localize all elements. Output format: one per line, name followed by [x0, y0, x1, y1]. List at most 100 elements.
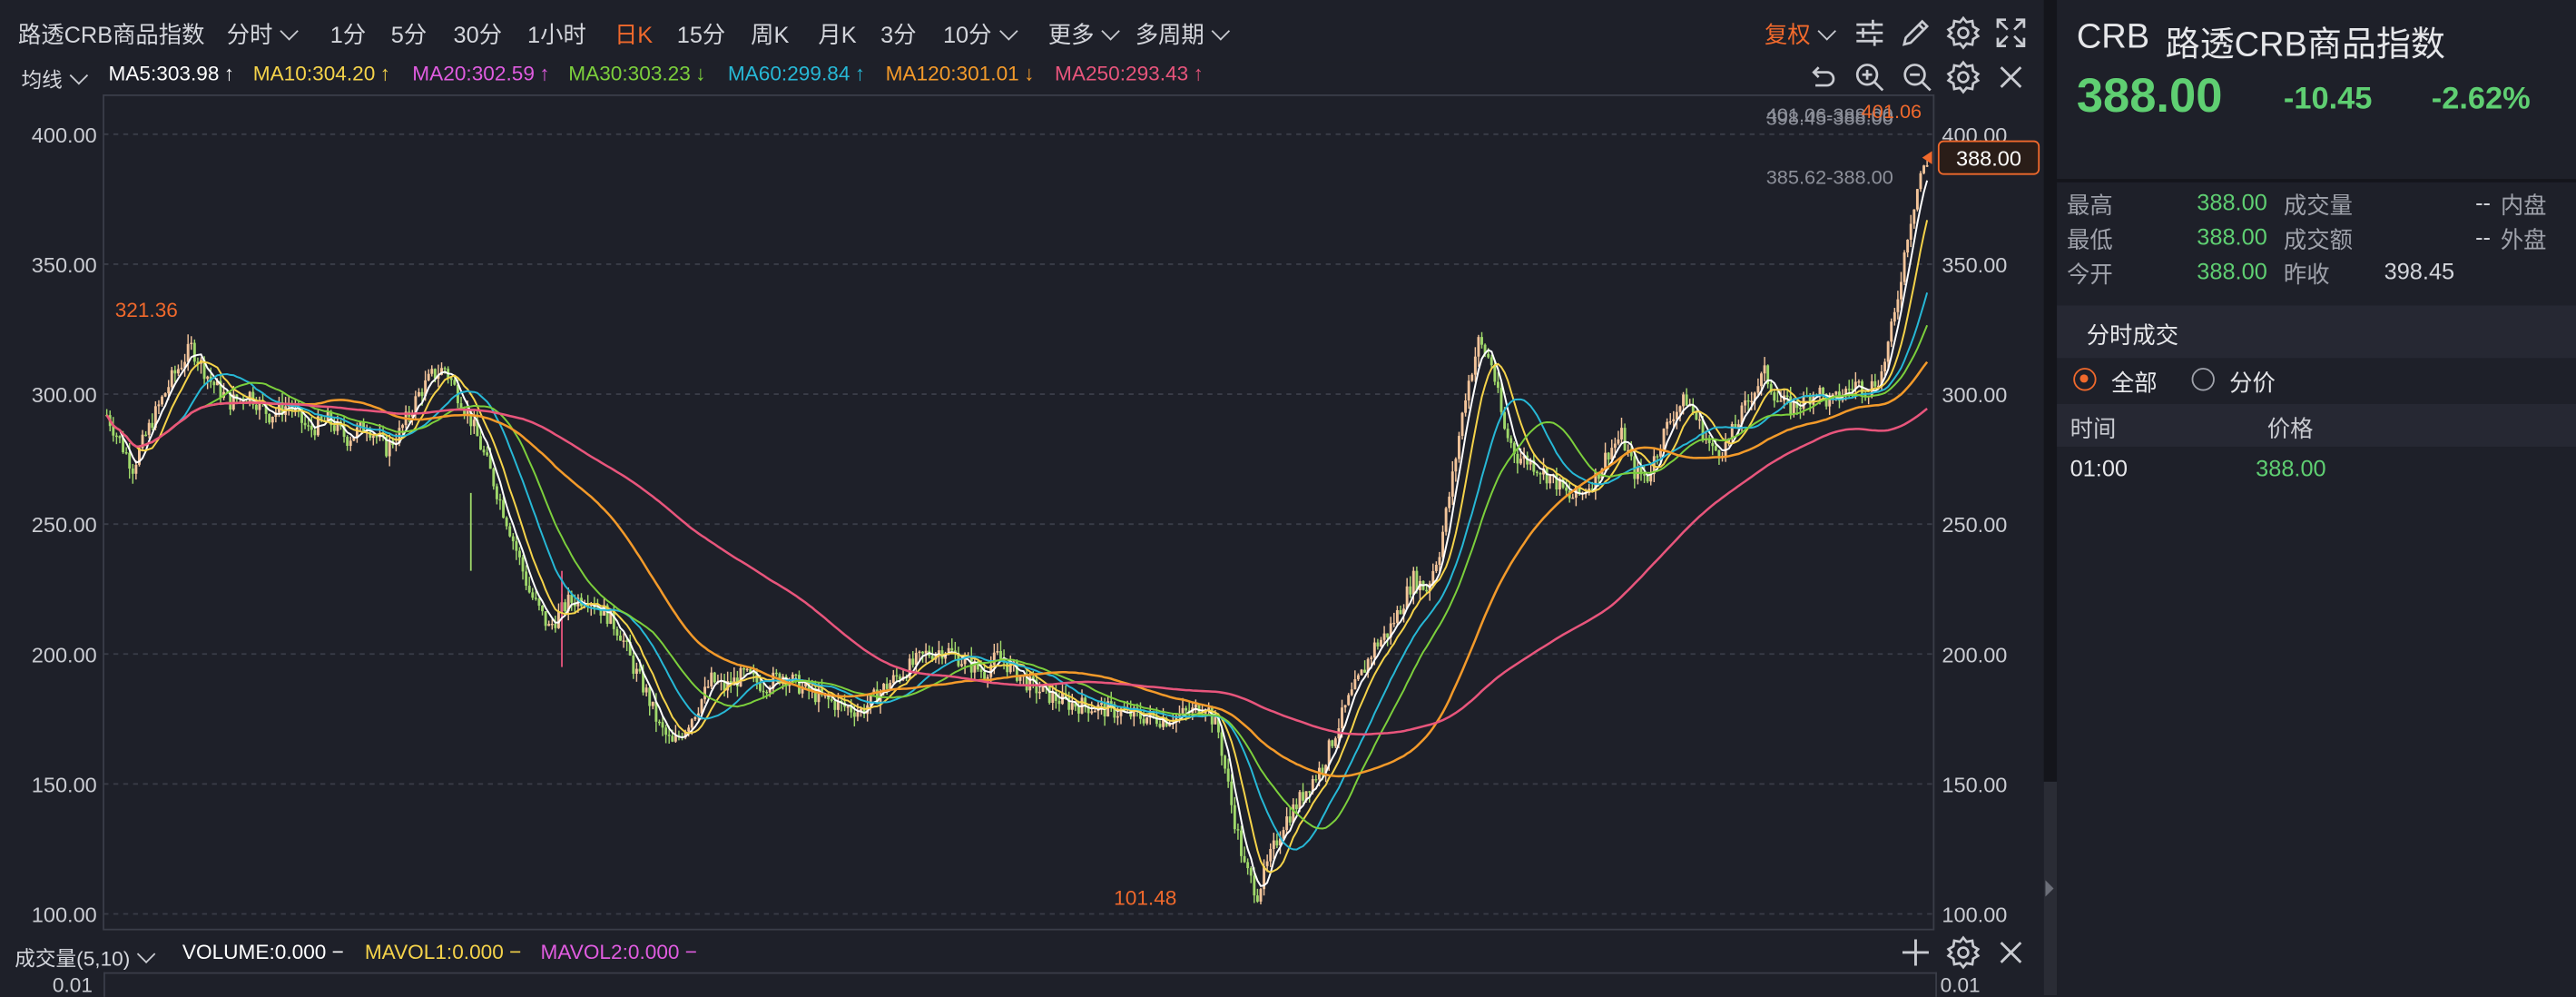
- candle-body: [147, 422, 151, 435]
- candle-body: [742, 667, 746, 670]
- current-price-tag: 388.00: [1922, 140, 2040, 175]
- candle-body: [521, 557, 525, 572]
- candle-body: [706, 686, 710, 688]
- candle-body: [1353, 679, 1357, 690]
- mavol2-value: MAVOL2:0.000 −: [540, 941, 698, 964]
- candle-body: [1470, 374, 1474, 381]
- candle-body: [534, 597, 537, 599]
- candle-body: [1265, 861, 1269, 866]
- radio-all-label[interactable]: 全部: [2111, 366, 2158, 399]
- candle-body: [472, 420, 476, 427]
- candle-body: [180, 367, 183, 370]
- stat-value: 388.00: [2197, 188, 2267, 215]
- last-high-marker: 401.06: [1862, 100, 1922, 123]
- candle-body: [1509, 438, 1513, 443]
- radio-price-label[interactable]: 分价: [2229, 366, 2276, 399]
- panel-divider[interactable]: [2043, 0, 2058, 996]
- candle-body: [1503, 411, 1507, 429]
- candle-body: [658, 721, 661, 724]
- zoom-in-icon[interactable]: [1852, 59, 1888, 95]
- candle-body: [388, 440, 391, 457]
- fullscreen-icon[interactable]: [1993, 15, 2030, 51]
- candle-body: [1799, 408, 1802, 410]
- candle-body: [979, 669, 983, 672]
- candle-body: [1750, 400, 1754, 403]
- candle-body: [270, 416, 274, 423]
- stat-label: 外盘: [2500, 226, 2547, 253]
- y-tick-label: 400.00: [32, 123, 97, 147]
- stat-value: 388.00: [2197, 257, 2267, 284]
- candle-body: [114, 435, 118, 438]
- radio-all[interactable]: [2073, 368, 2097, 391]
- candle-body: [1249, 868, 1253, 876]
- candle-body: [762, 690, 765, 693]
- candle-body: [1253, 875, 1256, 896]
- close-icon[interactable]: [1993, 934, 2030, 971]
- candle-body: [495, 486, 498, 499]
- gear-icon[interactable]: [1945, 15, 1981, 51]
- candle-body: [453, 380, 457, 385]
- adjust-dropdown[interactable]: 复权: [1765, 18, 1836, 51]
- stat-label: 最高: [2066, 192, 2113, 219]
- instrument-title: 路透CRB商品指数: [17, 21, 205, 48]
- radio-price[interactable]: [2191, 368, 2215, 391]
- period-30min[interactable]: 30分: [454, 18, 503, 51]
- candle-body: [1057, 700, 1061, 705]
- ma-selector[interactable]: 均线: [22, 63, 89, 94]
- kline-chart[interactable]: 100.00 150.00 200.00 250.00 300.00 350.00 400.…: [0, 92, 2044, 933]
- candle-body: [1789, 396, 1793, 414]
- multi-period[interactable]: 多周期: [1136, 18, 1231, 51]
- candle-body: [349, 440, 352, 447]
- period-10min[interactable]: 10分: [943, 18, 1018, 51]
- candle-body: [482, 449, 486, 453]
- candle-body: [1343, 705, 1347, 708]
- period-daily[interactable]: 日K: [615, 18, 653, 51]
- candle-body: [310, 426, 313, 430]
- period-monthly[interactable]: 月K: [818, 18, 856, 51]
- candle-body: [1331, 740, 1334, 746]
- last-price: 388.00: [2076, 70, 2223, 123]
- more-periods[interactable]: 更多: [1048, 18, 1120, 51]
- trade-time: 01:00: [2070, 454, 2129, 481]
- period-5min[interactable]: 5分: [391, 18, 427, 51]
- candle-body: [1090, 711, 1094, 714]
- add-indicator-icon[interactable]: [1898, 934, 1934, 971]
- undo-icon[interactable]: [1804, 59, 1840, 95]
- candle-body: [1308, 791, 1312, 793]
- candle-body: [1744, 400, 1747, 406]
- candle-body: [1224, 755, 1227, 769]
- zoom-out-icon[interactable]: [1899, 59, 1935, 95]
- volume-selector[interactable]: 成交量(5,10): [15, 941, 156, 972]
- candle-body: [1360, 669, 1363, 676]
- candle-body: [1499, 388, 1503, 412]
- close-icon[interactable]: [1993, 59, 2030, 95]
- quote-panel: CRB 路透CRB商品指数 388.00 -10.45 -2.62% 最高 38…: [2057, 0, 2576, 996]
- price-change-pct: -2.62%: [2431, 82, 2531, 117]
- period-intraday[interactable]: 分时: [227, 18, 299, 51]
- candle-body: [1912, 209, 1916, 224]
- gear-icon[interactable]: [1945, 59, 1981, 95]
- collapse-arrow-icon[interactable]: [2045, 880, 2054, 897]
- gear-icon[interactable]: [1945, 934, 1981, 971]
- period-1min[interactable]: 1分: [330, 18, 366, 51]
- candle-body: [671, 735, 674, 742]
- period-weekly[interactable]: 周K: [751, 18, 789, 51]
- candle-body: [1909, 223, 1912, 241]
- period-1hour[interactable]: 1小时: [527, 18, 586, 51]
- candle-body: [502, 499, 506, 518]
- candle-body: [157, 404, 161, 407]
- candle-body: [794, 674, 798, 676]
- candle-body: [541, 606, 544, 612]
- candle-body: [346, 437, 349, 447]
- candle-body: [1773, 392, 1776, 401]
- period-15min[interactable]: 15分: [677, 18, 726, 51]
- candle-body: [1272, 840, 1275, 850]
- period-3min[interactable]: 3分: [880, 18, 916, 51]
- indicator-settings-icon[interactable]: [1852, 15, 1888, 51]
- stat-label: 昨收: [2283, 261, 2330, 288]
- draw-pencil-icon[interactable]: [1898, 15, 1934, 51]
- candle-body: [1890, 321, 1893, 342]
- ma-line-20: [105, 292, 1929, 851]
- candle-body: [1220, 732, 1224, 756]
- candle-body: [1662, 429, 1666, 449]
